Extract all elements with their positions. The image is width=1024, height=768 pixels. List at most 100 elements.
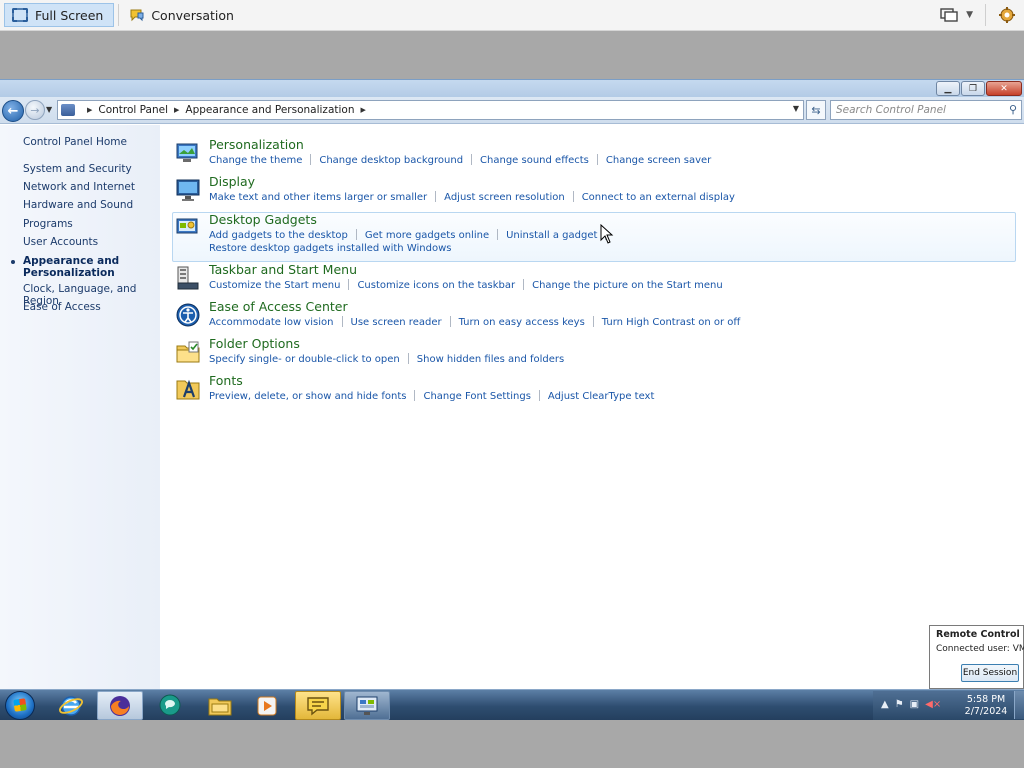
show-desktop-button[interactable]: [1014, 691, 1024, 719]
search-input[interactable]: Search Control Panel ⚲: [830, 100, 1022, 120]
sidebar-home-link[interactable]: Control Panel Home: [23, 136, 127, 148]
task-link[interactable]: Adjust screen resolution: [444, 192, 565, 203]
full-screen-button[interactable]: Full Screen: [4, 3, 115, 27]
window-titlebar[interactable]: ▁ ❐ ✕: [0, 79, 1024, 97]
task-link[interactable]: Connect to an external display: [582, 192, 735, 203]
sidebar-item-ease-of-access[interactable]: Ease of Access: [23, 301, 101, 313]
address-dropdown-icon[interactable]: ▼: [793, 104, 799, 113]
address-bar[interactable]: ▶ Control Panel ▶ Appearance and Persona…: [57, 100, 804, 120]
task-link[interactable]: Change the picture on the Start menu: [532, 280, 723, 291]
link-divider: [407, 353, 409, 364]
taskbar-icon[interactable]: [175, 265, 201, 291]
task-link[interactable]: Change screen saver: [606, 155, 711, 166]
task-link[interactable]: Turn on easy access keys: [459, 317, 585, 328]
chevron-right-icon[interactable]: ▶: [87, 106, 92, 114]
task-link[interactable]: Change Font Settings: [423, 391, 530, 402]
toolbar-divider: [118, 4, 120, 26]
close-button[interactable]: ✕: [986, 81, 1022, 96]
gadgets-icon[interactable]: [175, 215, 201, 241]
taskbar-file-explorer[interactable]: [197, 691, 243, 720]
restore-button[interactable]: ❐: [961, 81, 985, 96]
full-screen-label: Full Screen: [35, 7, 104, 23]
category-folder-options: Folder Options Specify single- or double…: [172, 336, 1016, 373]
task-link[interactable]: Uninstall a gadget: [506, 230, 597, 241]
task-link[interactable]: Customize icons on the taskbar: [357, 280, 515, 291]
task-link[interactable]: Specify single- or double-click to open: [209, 354, 400, 365]
sidebar-item-hardware[interactable]: Hardware and Sound: [23, 199, 133, 211]
category-title[interactable]: Fonts: [209, 373, 243, 388]
link-divider: [538, 390, 540, 401]
fonts-icon[interactable]: [175, 376, 201, 402]
sidebar-item-network[interactable]: Network and Internet: [23, 181, 135, 193]
category-title[interactable]: Desktop Gadgets: [209, 212, 317, 227]
taskbar-conversation-app[interactable]: [295, 691, 341, 720]
category-title[interactable]: Display: [209, 174, 255, 189]
firefox-icon: [110, 695, 130, 716]
task-link[interactable]: Change desktop background: [319, 155, 463, 166]
back-button[interactable]: ←: [2, 100, 24, 122]
action-center-flag-icon[interactable]: ⚑: [895, 699, 904, 710]
link-divider: [572, 191, 574, 202]
recent-pages-dropdown[interactable]: ▼: [46, 105, 52, 114]
task-link[interactable]: Show hidden files and folders: [417, 354, 565, 365]
task-link[interactable]: Turn High Contrast on or off: [602, 317, 741, 328]
remote-control-popup: Remote Control Connected user: VMS End S…: [929, 625, 1024, 689]
task-link[interactable]: Change the theme: [209, 155, 302, 166]
toolbar-divider: [985, 4, 986, 26]
category-list: Personalization Change the theme Change d…: [160, 125, 1024, 689]
task-link[interactable]: Change sound effects: [480, 155, 589, 166]
task-link[interactable]: Make text and other items larger or smal…: [209, 192, 427, 203]
forward-button[interactable]: →: [25, 100, 45, 120]
sidebar-item-user-accounts[interactable]: User Accounts: [23, 236, 98, 248]
breadcrumb-appearance[interactable]: Appearance and Personalization: [185, 104, 354, 116]
task-link[interactable]: Add gadgets to the desktop: [209, 230, 348, 241]
taskbar-messenger[interactable]: [147, 691, 193, 720]
monitor-icon[interactable]: [940, 7, 958, 23]
clock-date: 2/7/2024: [964, 706, 1008, 717]
sidebar-item-programs[interactable]: Programs: [23, 218, 73, 230]
refresh-button[interactable]: ⇆: [806, 100, 826, 120]
breadcrumb-control-panel[interactable]: Control Panel: [98, 104, 168, 116]
taskbar-media-player[interactable]: [244, 691, 290, 720]
start-button[interactable]: [5, 691, 35, 720]
chevron-down-icon[interactable]: ▼: [966, 10, 973, 20]
volume-muted-icon[interactable]: ◀×: [925, 699, 941, 710]
search-icon[interactable]: ⚲: [1009, 103, 1017, 116]
category-links-second-row: Restore desktop gadgets installed with W…: [209, 243, 451, 254]
task-link[interactable]: Get more gadgets online: [365, 230, 489, 241]
chevron-right-icon[interactable]: ▶: [174, 106, 179, 114]
taskbar-internet-explorer[interactable]: [48, 691, 94, 720]
ease-of-access-icon[interactable]: [175, 302, 201, 328]
task-link[interactable]: Preview, delete, or show and hide fonts: [209, 391, 406, 402]
task-link[interactable]: Restore desktop gadgets installed with W…: [209, 243, 451, 254]
category-title[interactable]: Folder Options: [209, 336, 300, 351]
minimize-button[interactable]: ▁: [936, 81, 960, 96]
chevron-right-icon[interactable]: ▶: [361, 106, 366, 114]
task-link[interactable]: Adjust ClearType text: [548, 391, 654, 402]
category-title[interactable]: Ease of Access Center: [209, 299, 348, 314]
show-hidden-icons-icon[interactable]: ▲: [881, 699, 889, 710]
conversation-button[interactable]: Conversation: [123, 3, 244, 27]
folder-options-icon[interactable]: [175, 339, 201, 365]
connected-user-text: Connected user: VMS: [936, 644, 1024, 654]
category-title[interactable]: Taskbar and Start Menu: [209, 262, 357, 277]
link-divider: [449, 316, 451, 327]
task-link[interactable]: Use screen reader: [351, 317, 442, 328]
navigation-bar: ← → ▼ ▶ Control Panel ▶ Appearance and P…: [0, 97, 1024, 124]
category-links: Customize the Start menu Customize icons …: [209, 279, 723, 291]
sidebar: Control Panel Home System and Security N…: [0, 125, 160, 689]
taskbar-firefox[interactable]: [97, 691, 143, 720]
end-session-button[interactable]: End Session: [961, 664, 1019, 682]
category-personalization: Personalization Change the theme Change d…: [172, 137, 1016, 174]
display-icon[interactable]: [175, 177, 201, 203]
task-link[interactable]: Customize the Start menu: [209, 280, 340, 291]
network-icon[interactable]: ▣: [910, 699, 919, 710]
personalization-icon[interactable]: [175, 140, 201, 166]
category-title[interactable]: Personalization: [209, 137, 304, 152]
system-clock[interactable]: 5:58 PM 2/7/2024: [961, 694, 1011, 718]
task-link[interactable]: Accommodate low vision: [209, 317, 334, 328]
taskbar-control-panel[interactable]: [344, 691, 390, 720]
link-divider: [596, 154, 598, 165]
sidebar-item-system-security[interactable]: System and Security: [23, 163, 132, 175]
settings-gear-icon[interactable]: [998, 6, 1016, 24]
